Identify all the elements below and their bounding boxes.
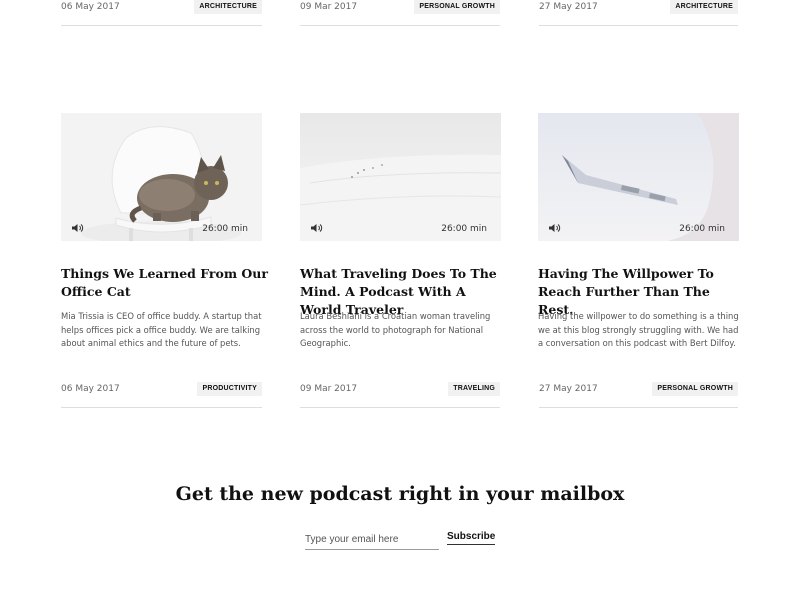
card-date: 06 May 2017: [61, 2, 120, 12]
card-date: 27 May 2017: [539, 2, 598, 12]
episode-excerpt: Mia Trissia is CEO of office buddy. A st…: [61, 311, 262, 348]
card-meta: 27 May 2017 PERSONAL GROWTH: [539, 382, 738, 402]
divider: [300, 25, 500, 26]
category-tag[interactable]: PRODUCTIVITY: [197, 382, 262, 396]
category-tag[interactable]: PERSONAL GROWTH: [414, 0, 500, 14]
subscribe-button[interactable]: Subscribe: [447, 531, 496, 545]
email-field[interactable]: [305, 529, 439, 550]
snowy-landscape-image[interactable]: 26:00 min: [300, 113, 501, 241]
divider: [61, 407, 262, 408]
airplane-window-illustration: [538, 113, 739, 241]
newsletter-heading: Get the new podcast right in your mailbo…: [175, 483, 625, 505]
episode-excerpt: Having the willpower to do something is …: [538, 311, 739, 348]
card-meta: 09 Mar 2017 TRAVELING: [300, 382, 500, 402]
card-date: 06 May 2017: [61, 384, 120, 394]
speaker-icon[interactable]: [311, 223, 323, 233]
card-date: 09 Mar 2017: [300, 2, 358, 12]
podcast-card[interactable]: 26:00 min What Traveling Does To The Min…: [300, 113, 501, 348]
episode-excerpt: Laura Beshiani is a Croatian woman trave…: [300, 311, 491, 348]
divider: [539, 407, 738, 408]
speaker-icon[interactable]: [72, 223, 84, 233]
category-tag[interactable]: PERSONAL GROWTH: [652, 382, 738, 396]
card-meta: 27 May 2017 ARCHITECTURE: [539, 0, 738, 20]
podcast-card[interactable]: 26:00 min Things We Learned From Our Off…: [61, 113, 268, 348]
category-tag[interactable]: ARCHITECTURE: [670, 0, 738, 14]
episode-duration: 26:00 min: [202, 224, 248, 234]
category-tag[interactable]: ARCHITECTURE: [194, 0, 262, 14]
cat-on-chair-image[interactable]: 26:00 min: [61, 113, 262, 241]
episode-duration: 26:00 min: [679, 224, 725, 234]
divider: [61, 25, 262, 26]
airplane-window-image[interactable]: 26:00 min: [538, 113, 739, 241]
episode-title[interactable]: Things We Learned From Our Office Cat: [61, 265, 271, 301]
snowy-landscape-illustration: [300, 113, 501, 241]
podcast-page: 06 May 2017 ARCHITECTURE 09 Mar 2017 PER…: [0, 0, 800, 600]
card-meta: 09 Mar 2017 PERSONAL GROWTH: [300, 0, 500, 20]
speaker-icon[interactable]: [549, 223, 561, 233]
episode-duration: 26:00 min: [441, 224, 487, 234]
card-date: 27 May 2017: [539, 384, 598, 394]
podcast-card[interactable]: 26:00 min Having The Willpower To Reach …: [538, 113, 739, 348]
cat-on-chair-illustration: [61, 113, 262, 241]
card-meta: 06 May 2017 PRODUCTIVITY: [61, 382, 262, 402]
divider: [539, 25, 738, 26]
card-date: 09 Mar 2017: [300, 384, 358, 394]
divider: [300, 407, 500, 408]
card-meta: 06 May 2017 ARCHITECTURE: [61, 0, 262, 20]
category-tag[interactable]: TRAVELING: [448, 382, 500, 396]
